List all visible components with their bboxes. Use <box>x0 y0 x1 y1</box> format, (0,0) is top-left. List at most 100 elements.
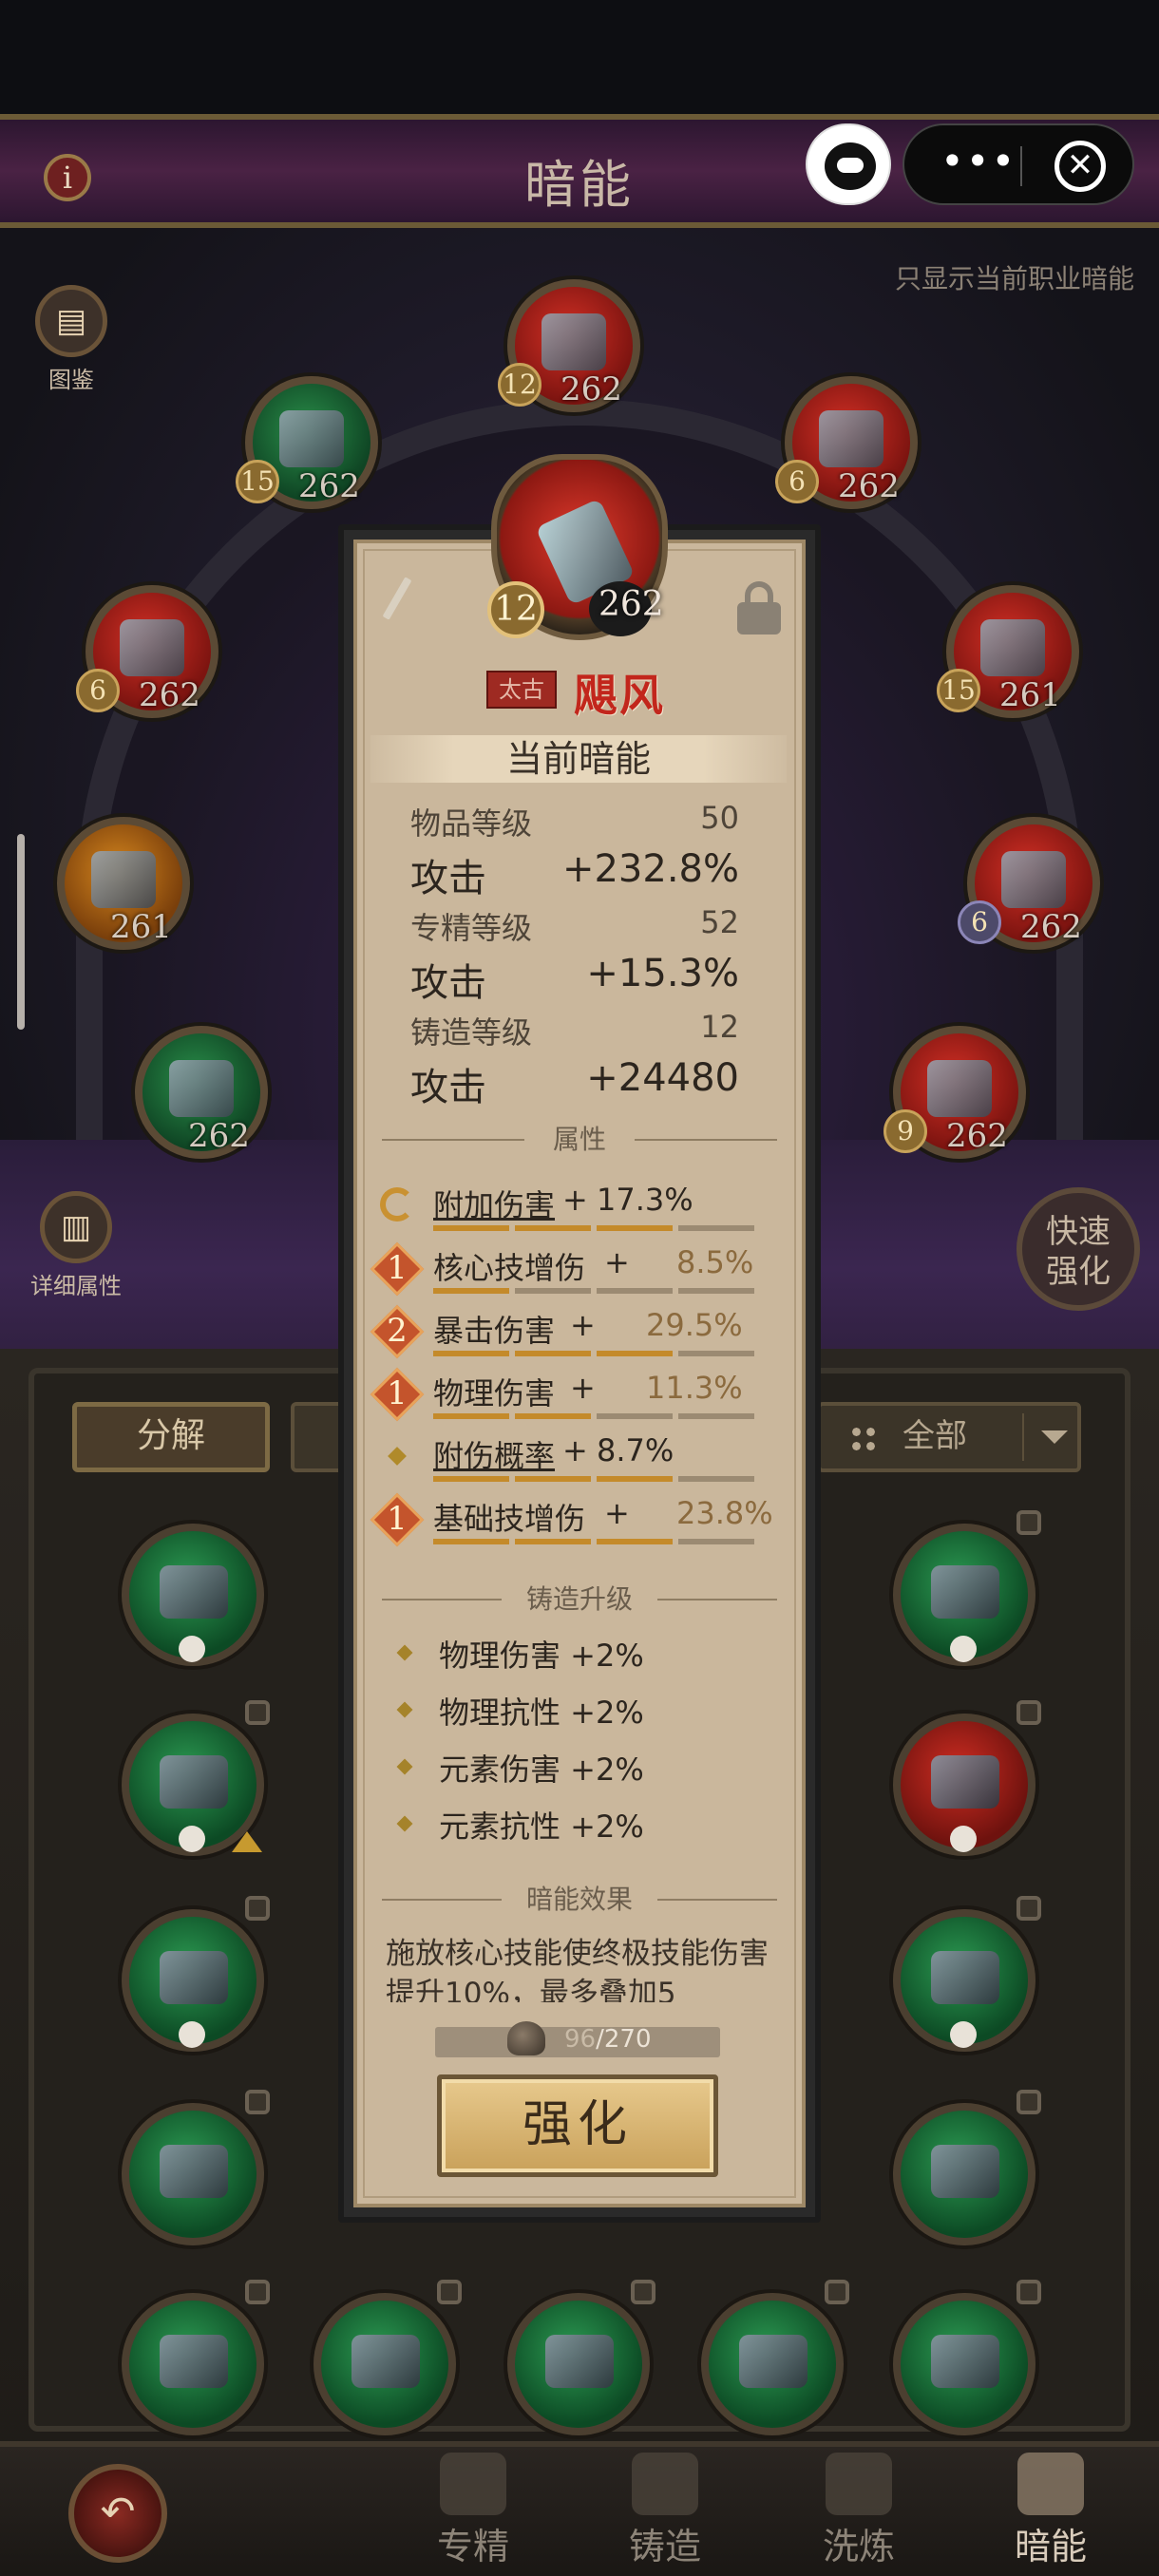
codex-button[interactable]: ▤ 图鉴 <box>28 285 114 394</box>
equipment-icon <box>160 2145 228 2198</box>
energy-node-right-1[interactable]: 15 261 <box>937 585 1079 718</box>
node-power: 262 <box>188 1117 250 1155</box>
inventory-item[interactable] <box>122 1896 270 2052</box>
more-icon[interactable]: ••• <box>940 142 1016 188</box>
equipment-icon <box>352 2335 420 2388</box>
node-level: 6 <box>958 900 1001 944</box>
tab-reforge[interactable]: 洗炼 <box>783 2453 935 2570</box>
attribute-row[interactable]: 附加伤害 + 17.3% <box>376 1182 785 1237</box>
attribute-row[interactable]: 1 基础技增伤 + 23.8% <box>370 1492 785 1550</box>
lock-icon[interactable] <box>631 2280 656 2304</box>
attr-plus: + <box>562 1432 588 1468</box>
decompose-button[interactable]: 分解 <box>72 1402 270 1472</box>
quick-label-2: 强化 <box>1046 1253 1111 1291</box>
inventory-item[interactable] <box>122 2280 270 2435</box>
inventory-item[interactable] <box>893 1510 1041 1666</box>
attr-bar-segment <box>597 1288 673 1294</box>
lock-icon[interactable] <box>733 581 785 635</box>
attr-bar-segment <box>515 1476 591 1482</box>
equipment-icon <box>160 2335 228 2388</box>
filter-divider <box>1022 1413 1024 1461</box>
attr-bar-segment <box>597 1476 673 1482</box>
energy-node-upper-right[interactable]: 6 262 <box>775 376 918 509</box>
diamond-icon <box>388 1447 407 1466</box>
sword-icon <box>372 576 420 633</box>
attr-plus: + <box>562 1182 588 1218</box>
inventory-item[interactable] <box>701 2280 849 2435</box>
attr-value: 29.5% <box>646 1307 743 1343</box>
stat-value: 12 <box>700 1009 739 1045</box>
equipment-icon <box>931 2145 999 2198</box>
energy-node-top[interactable]: 12 262 <box>498 279 640 412</box>
stat-label: 攻击 <box>410 857 486 900</box>
inventory-item[interactable] <box>122 1524 264 1666</box>
lock-icon[interactable] <box>245 2090 270 2114</box>
item-name: 飓风 <box>574 670 665 721</box>
forge-section-label: 铸造升级 <box>525 1583 633 1615</box>
game-controller-button[interactable] <box>806 123 891 205</box>
attribute-row[interactable]: 附伤概率 + 8.7% <box>376 1432 785 1487</box>
attr-bar-segment <box>597 1413 673 1419</box>
attr-bar-segment <box>678 1288 754 1294</box>
lock-icon[interactable] <box>1016 1510 1041 1535</box>
node-level: 15 <box>236 460 279 503</box>
attribute-row[interactable]: 1 物理伤害 + 11.3% <box>370 1367 785 1425</box>
energy-node-left-1[interactable]: 6 262 <box>76 585 218 718</box>
material-current: 96 <box>564 2025 597 2054</box>
attr-bar-segment <box>678 1539 754 1544</box>
lock-icon[interactable] <box>245 1700 270 1725</box>
lock-icon[interactable] <box>245 1896 270 1921</box>
lock-icon[interactable] <box>825 2280 849 2304</box>
inventory-item[interactable] <box>893 2280 1041 2435</box>
back-button[interactable]: ↶ <box>68 2464 167 2563</box>
gloves-icon <box>1001 851 1066 908</box>
attr-name: 附伤概率 <box>433 1438 556 1474</box>
tab-forge[interactable]: 铸造 <box>589 2453 741 2570</box>
equipment-icon <box>160 1755 228 1809</box>
quick-label-1: 快速 <box>1046 1213 1111 1251</box>
attr-bar-segment <box>433 1288 509 1294</box>
inventory-item[interactable] <box>893 1896 1041 2052</box>
anvil-icon <box>632 2453 698 2515</box>
stat-value: +15.3% <box>586 952 739 995</box>
inventory-item[interactable] <box>507 2280 656 2435</box>
lock-icon[interactable] <box>1016 1700 1041 1725</box>
node-level: 9 <box>884 1109 927 1153</box>
lock-icon[interactable] <box>245 2280 270 2304</box>
strengthen-button[interactable]: 强化 <box>437 2074 718 2177</box>
attribute-row[interactable]: 2 暴击伤害 + 29.5% <box>370 1304 785 1362</box>
lock-icon[interactable] <box>1016 1896 1041 1921</box>
energy-node-upper-left[interactable]: 15 262 <box>236 376 378 509</box>
inventory-item[interactable] <box>314 2280 462 2435</box>
energy-node-right-2[interactable]: 6 262 <box>958 817 1100 950</box>
scrollbar[interactable] <box>17 834 25 1030</box>
game-screen: i 暗能 ••• ✕ 只显示当前职业暗能 ▤ 图鉴 ▥ 详细属性 12 262 1… <box>0 0 1159 2576</box>
tab-mastery[interactable]: 专精 <box>397 2453 549 2570</box>
attr-bar-segment <box>433 1351 509 1356</box>
filter-dropdown[interactable]: 全部 <box>817 1402 1081 1472</box>
attr-bars <box>433 1288 756 1296</box>
energy-node-left-2[interactable]: 261 <box>57 817 190 950</box>
detail-attributes-button[interactable]: ▥ 详细属性 <box>19 1191 133 1300</box>
lock-icon[interactable] <box>1016 2280 1041 2304</box>
node-power: 262 <box>1020 908 1082 946</box>
attribute-row[interactable]: 1 核心技增伤 + 8.5% <box>370 1241 785 1299</box>
attr-value: 23.8% <box>676 1495 773 1531</box>
lock-icon[interactable] <box>1016 2090 1041 2114</box>
inventory-item[interactable] <box>122 2090 270 2245</box>
close-icon[interactable]: ✕ <box>1054 141 1106 192</box>
attr-name: 附加伤害 <box>433 1187 556 1223</box>
tab-dark-energy[interactable]: 暗能 <box>975 2453 1127 2570</box>
skull-icon <box>179 1826 205 1852</box>
energy-node-left-3[interactable]: 262 <box>135 1026 268 1159</box>
only-current-class-toggle[interactable]: 只显示当前职业暗能 <box>895 258 1134 296</box>
forge-text: 元素抗性 +2% <box>439 1809 644 1845</box>
lock-icon[interactable] <box>437 2280 462 2304</box>
inventory-item[interactable] <box>893 1700 1041 1856</box>
inventory-item[interactable] <box>893 2090 1041 2245</box>
quick-strengthen-button[interactable]: 快速 强化 <box>1016 1187 1140 1311</box>
ore-icon <box>507 2021 545 2055</box>
item-level-badge: 12 <box>487 581 544 638</box>
energy-node-right-3[interactable]: 9 262 <box>884 1026 1026 1159</box>
decompose-label: 分解 <box>136 1416 205 1455</box>
